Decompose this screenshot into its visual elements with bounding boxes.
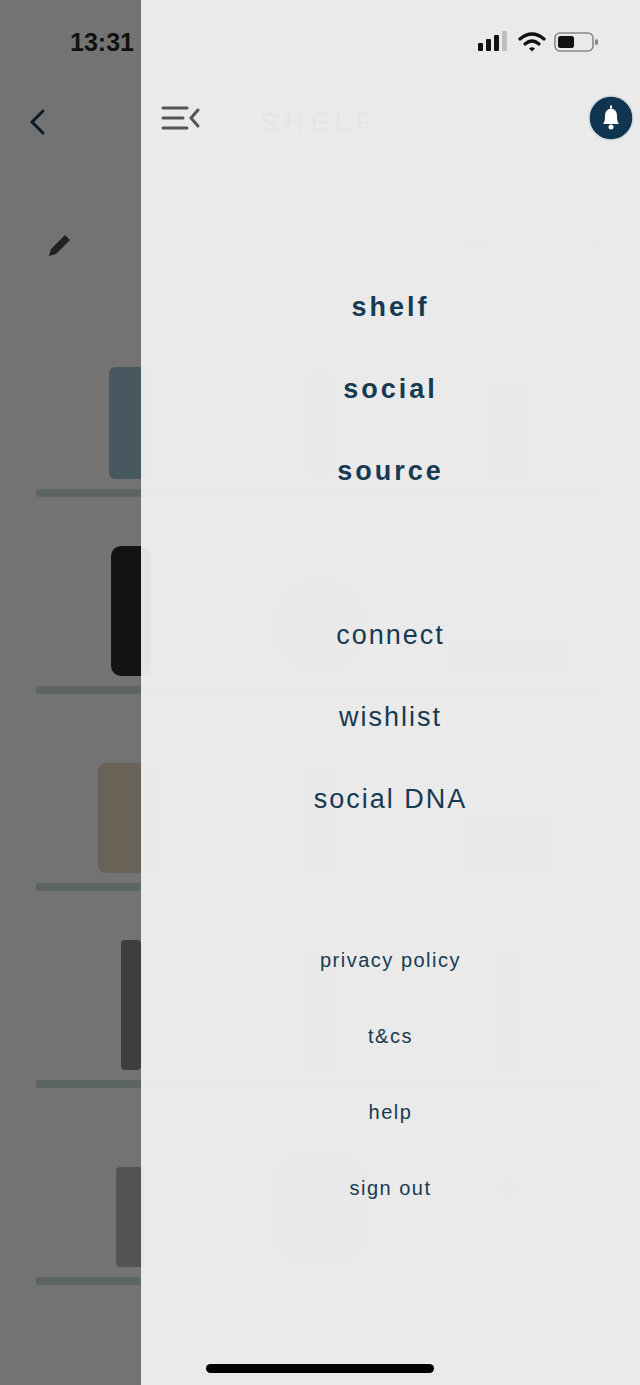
status-icons xyxy=(478,31,600,53)
wifi-icon xyxy=(518,31,546,53)
status-bar: 13:31 xyxy=(0,0,640,84)
menu-item[interactable]: help xyxy=(369,1074,413,1150)
status-time: 13:31 xyxy=(70,28,134,57)
menu-group: shelfsocialsource xyxy=(141,266,640,512)
menu-item[interactable]: wishlist xyxy=(339,676,442,758)
menu-group: privacy policyt&cshelpsign out xyxy=(141,922,640,1226)
signal-icon xyxy=(478,31,510,53)
menu-group: connectwishlistsocial DNA xyxy=(141,594,640,840)
menu-item[interactable]: privacy policy xyxy=(320,922,461,998)
menu-item[interactable]: sign out xyxy=(349,1150,431,1226)
bell-icon[interactable] xyxy=(588,95,634,141)
menu-item[interactable]: source xyxy=(337,430,444,512)
menu-item[interactable]: social DNA xyxy=(314,758,468,840)
menu-item[interactable]: social xyxy=(343,348,438,430)
side-menu: shelfsocialsource connectwishlistsocial D… xyxy=(141,0,640,1385)
menu-item[interactable]: t&cs xyxy=(368,998,413,1074)
menu-item[interactable]: connect xyxy=(336,594,445,676)
menu-item[interactable]: shelf xyxy=(351,266,429,348)
menu-nav: shelfsocialsource connectwishlistsocial D… xyxy=(141,266,640,1226)
battery-icon xyxy=(554,31,600,53)
menu-collapse-icon[interactable] xyxy=(161,104,201,132)
menu-header xyxy=(141,95,640,141)
home-indicator[interactable] xyxy=(206,1364,434,1373)
phone-screen: SHELFfilter+shelfsocialsourceconnectwish… xyxy=(0,0,640,1385)
